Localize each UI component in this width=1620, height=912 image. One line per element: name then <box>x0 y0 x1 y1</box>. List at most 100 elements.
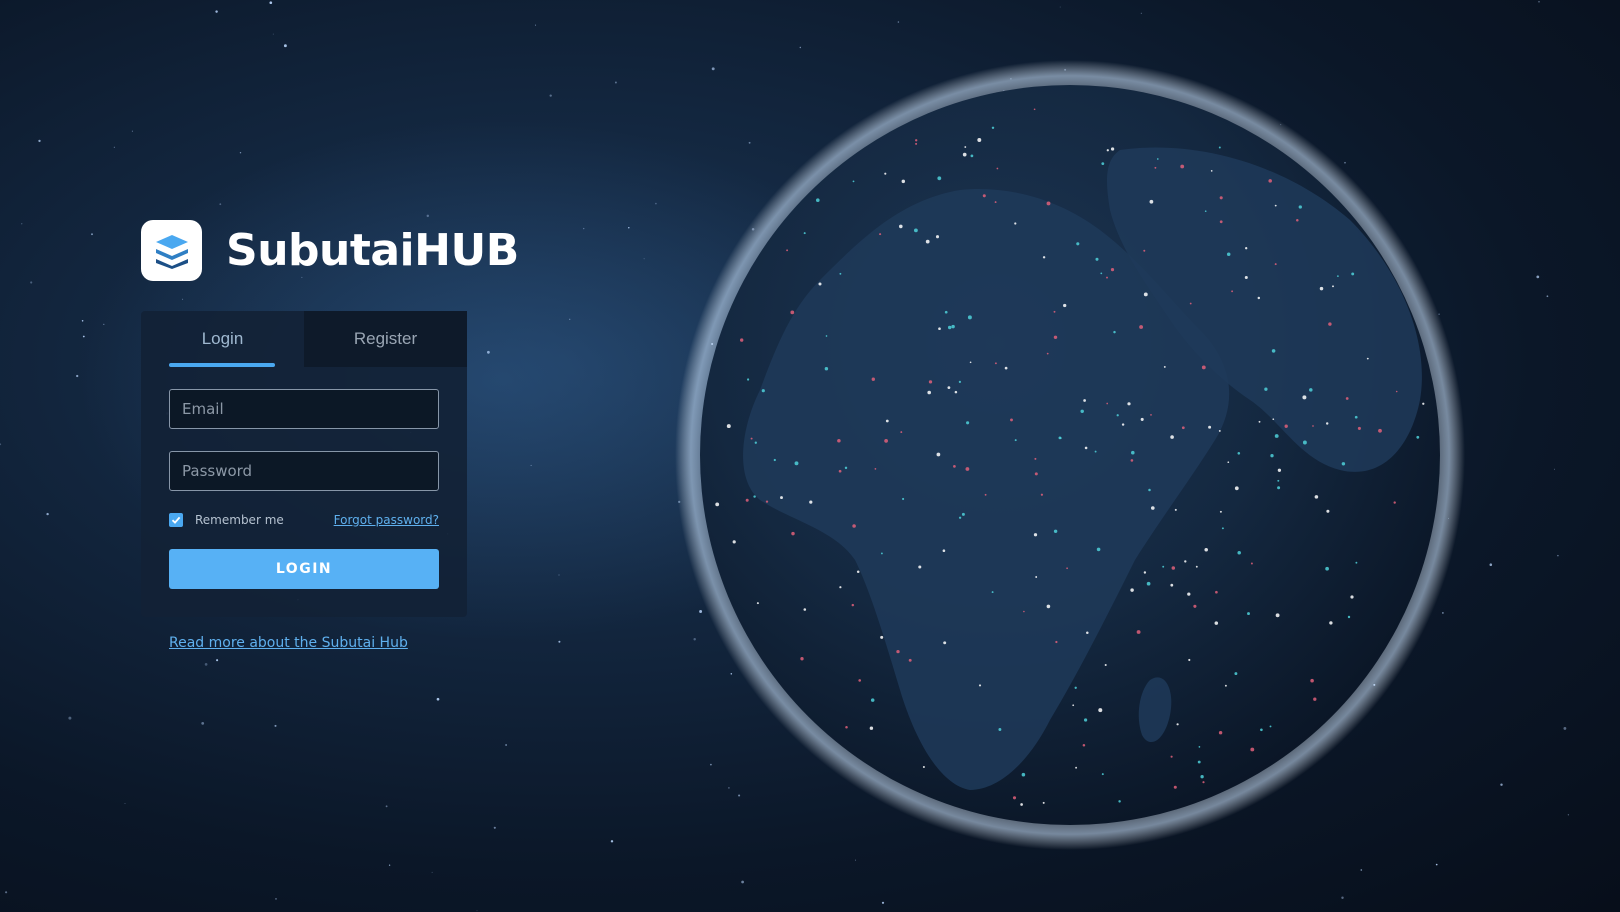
city-dot <box>858 679 862 682</box>
city-dot <box>1094 450 1097 453</box>
city-dot <box>1170 755 1173 758</box>
star <box>91 233 93 236</box>
city-dot <box>1130 588 1134 592</box>
star <box>1567 814 1570 816</box>
tab-login-label: Login <box>201 329 244 348</box>
city-dot <box>1110 147 1115 151</box>
city-dot <box>953 465 956 468</box>
city-dot <box>1118 800 1121 803</box>
city-dot <box>1328 322 1332 326</box>
city-dot <box>915 142 918 145</box>
city-dot <box>994 362 997 365</box>
city-dot <box>1131 450 1135 455</box>
tab-login[interactable]: Login <box>141 311 304 367</box>
city-dot <box>740 338 744 342</box>
city-dot <box>1014 439 1017 442</box>
city-dot <box>1231 290 1234 293</box>
city-dot <box>753 495 756 498</box>
city-dot <box>965 467 970 471</box>
city-dot <box>1208 425 1212 429</box>
email-field[interactable] <box>169 389 439 429</box>
city-dot <box>1345 397 1349 400</box>
star <box>493 826 496 829</box>
star <box>711 67 715 71</box>
city-dot <box>1116 414 1119 417</box>
city-dot <box>884 439 888 443</box>
city-dot <box>1184 560 1187 563</box>
star <box>201 722 205 725</box>
city-dot <box>1313 697 1317 701</box>
city-dot <box>1180 164 1185 169</box>
city-dot <box>1042 801 1045 804</box>
city-dot <box>1106 402 1109 405</box>
city-dot <box>908 658 912 662</box>
city-dot <box>1171 566 1176 570</box>
star <box>881 901 885 904</box>
city-dot <box>947 325 952 330</box>
city-dot <box>1083 718 1088 722</box>
city-dot <box>869 726 874 730</box>
city-dot <box>1268 179 1272 183</box>
city-dot <box>958 380 962 384</box>
forgot-password-link[interactable]: Forgot password? <box>334 513 439 527</box>
city-dot <box>1302 440 1307 445</box>
city-dot <box>922 765 925 769</box>
read-more-link[interactable]: Read more about the Subutai Hub <box>169 635 408 651</box>
star <box>1140 12 1142 14</box>
star <box>748 141 751 144</box>
city-dot <box>1274 204 1277 207</box>
city-dot <box>966 421 970 425</box>
city-dot <box>927 390 932 395</box>
city-dot <box>874 468 877 470</box>
star <box>1059 6 1061 8</box>
city-dot <box>851 603 855 607</box>
city-dot <box>1163 365 1166 368</box>
city-dot <box>1247 612 1250 616</box>
city-dot <box>998 728 1002 731</box>
star <box>897 21 900 23</box>
city-dot <box>1224 684 1227 687</box>
city-dot <box>852 524 856 528</box>
star <box>81 320 84 322</box>
city-dot <box>1277 486 1281 490</box>
city-dot <box>1095 257 1099 261</box>
city-dot <box>1162 565 1165 568</box>
city-dot <box>1245 247 1248 250</box>
login-button[interactable]: LOGIN <box>169 549 439 589</box>
city-dot <box>732 540 736 544</box>
city-dot <box>1053 310 1056 313</box>
city-dot <box>1150 506 1155 510</box>
star <box>558 640 561 643</box>
city-dot <box>1033 108 1036 111</box>
city-dot <box>1083 399 1086 402</box>
city-dot <box>1139 325 1144 329</box>
city-dot <box>1150 414 1152 416</box>
star <box>274 724 277 727</box>
city-dot <box>1127 402 1131 406</box>
tab-register[interactable]: Register <box>304 311 467 367</box>
city-dot <box>961 512 965 516</box>
city-dot <box>1329 621 1333 625</box>
city-dot <box>1274 263 1277 266</box>
city-dot <box>1074 686 1077 689</box>
remember-checkbox[interactable] <box>169 513 183 527</box>
city-dot <box>1156 158 1159 160</box>
city-dot <box>1012 796 1017 800</box>
city-dot <box>1202 781 1205 784</box>
star <box>643 258 645 260</box>
city-dot <box>1260 728 1263 732</box>
star <box>426 214 430 218</box>
city-dot <box>1312 425 1314 427</box>
city-dot <box>1214 621 1219 625</box>
city-dot <box>884 172 887 175</box>
remember-me[interactable]: Remember me <box>169 513 284 527</box>
city-dot <box>1219 196 1223 200</box>
city-dot <box>845 726 848 729</box>
city-dot <box>970 154 974 158</box>
city-dot <box>1314 495 1319 499</box>
star <box>738 794 741 797</box>
star <box>728 787 730 789</box>
city-dot <box>1271 349 1276 353</box>
password-field[interactable] <box>169 451 439 491</box>
city-dot <box>1042 256 1046 259</box>
